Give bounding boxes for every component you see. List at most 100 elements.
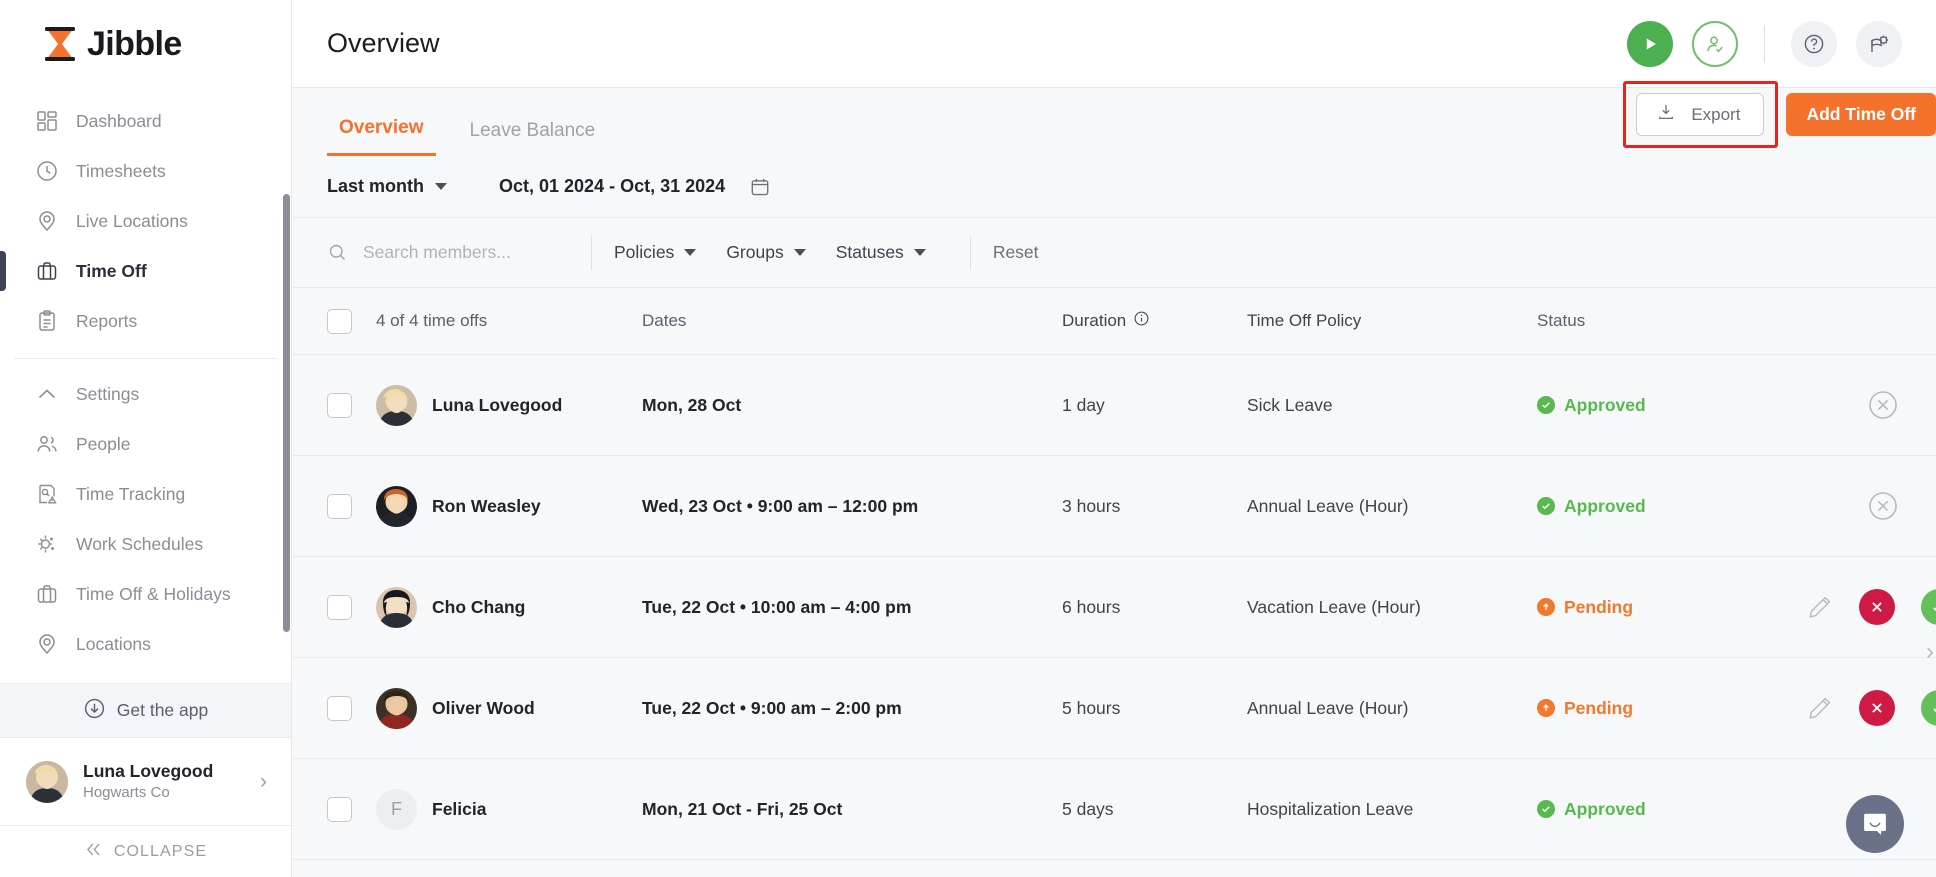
status-badge: Approved: [1537, 799, 1807, 820]
approve-icon[interactable]: [1921, 690, 1936, 726]
chevron-right-icon[interactable]: ›: [1926, 638, 1934, 666]
row-dates: Tue, 22 Oct • 10:00 am – 4:00 pm: [642, 596, 912, 617]
hourglass-icon: [42, 26, 78, 62]
sidebar-item-time-tracking[interactable]: Time Tracking: [0, 469, 291, 519]
member-name: Ron Weasley: [432, 495, 541, 516]
table-row[interactable]: Oliver Wood Tue, 22 Oct • 9:00 am – 2:00…: [292, 658, 1936, 759]
get-the-app-button[interactable]: Get the app: [0, 683, 291, 737]
table-row[interactable]: Ron Weasley Wed, 23 Oct • 9:00 am – 12:0…: [292, 456, 1936, 557]
chat-bubble-icon[interactable]: [1846, 795, 1904, 853]
export-highlight-box: Export: [1623, 81, 1779, 148]
reject-icon[interactable]: [1859, 589, 1895, 625]
collapse-button[interactable]: COLLAPSE: [0, 825, 291, 877]
add-time-off-button[interactable]: Add Time Off: [1786, 93, 1936, 136]
member-name: Cho Chang: [432, 596, 526, 617]
edit-icon[interactable]: [1807, 695, 1833, 721]
sidebar-item-dashboard[interactable]: Dashboard: [0, 96, 291, 146]
row-select-cell: [292, 493, 376, 519]
sidebar-item-label: Locations: [76, 633, 151, 654]
filter-policies[interactable]: Policies: [614, 242, 697, 263]
filter-label: Groups: [726, 242, 784, 262]
top-bar-actions: [1627, 20, 1902, 67]
sidebar-scrollbar[interactable]: [283, 194, 290, 632]
check-circle-icon: [1537, 497, 1555, 515]
sidebar-item-time-off[interactable]: Time Off: [0, 246, 291, 296]
profile-name: Luna Lovegood: [83, 760, 214, 781]
col-count: 4 of 4 time offs: [376, 311, 488, 330]
row-member: Luna Lovegood: [376, 384, 642, 426]
table-row[interactable]: Luna Lovegood Mon, 28 Oct 1 day Sick Lea…: [292, 355, 1936, 456]
search-input[interactable]: [363, 242, 573, 263]
row-member: Cho Chang: [376, 586, 642, 628]
sidebar-item-label: Timesheets: [76, 160, 166, 181]
row-checkbox[interactable]: [326, 695, 352, 721]
whats-new-icon[interactable]: [1856, 20, 1902, 67]
sidebar-profile[interactable]: Luna Lovegood Hogwarts Co ›: [0, 737, 291, 825]
tab-label: Leave Balance: [469, 120, 596, 141]
check-circle-icon: [1537, 396, 1555, 414]
sidebar-item-people[interactable]: People: [0, 419, 291, 469]
select-all-checkbox[interactable]: [326, 308, 352, 334]
filter-groups[interactable]: Groups: [726, 242, 806, 263]
download-icon: [1656, 102, 1676, 127]
profile-org: Hogwarts Co: [83, 783, 170, 801]
row-actions: [1807, 690, 1936, 726]
tab-overview[interactable]: Overview: [327, 117, 436, 156]
row-actions: [1807, 589, 1936, 625]
sidebar-item-label: Time Off: [76, 260, 147, 281]
person-check-icon[interactable]: [1692, 20, 1738, 67]
sidebar-item-work-schedules[interactable]: Work Schedules: [0, 519, 291, 569]
sidebar-item-time-off-holidays[interactable]: Time Off & Holidays: [0, 569, 291, 619]
edit-icon[interactable]: [1807, 594, 1833, 620]
tab-leave-balance[interactable]: Leave Balance: [458, 120, 608, 156]
row-checkbox[interactable]: [326, 594, 352, 620]
col-duration: Duration: [1062, 310, 1247, 332]
table-header-row: 4 of 4 time offs Dates Duration Time Off…: [292, 288, 1936, 355]
row-policy: Annual Leave (Hour): [1247, 495, 1409, 516]
sidebar-item-label: Settings: [76, 383, 140, 404]
filter-statuses[interactable]: Statuses: [836, 242, 926, 263]
sidebar-item-live-locations[interactable]: Live Locations: [0, 196, 291, 246]
play-icon[interactable]: [1627, 20, 1673, 67]
approve-icon[interactable]: [1921, 589, 1936, 625]
brand-logo-area[interactable]: Jibble: [0, 0, 291, 88]
row-policy: Annual Leave (Hour): [1247, 697, 1409, 718]
search-icon: [327, 242, 348, 263]
row-member: Ron Weasley: [376, 485, 642, 527]
sidebar-divider: [14, 358, 277, 359]
sidebar-item-locations[interactable]: Locations: [0, 619, 291, 669]
info-icon[interactable]: [1133, 310, 1150, 332]
row-status: Pending: [1537, 698, 1807, 719]
cancel-icon[interactable]: [1868, 390, 1898, 420]
calendar-icon[interactable]: [749, 176, 771, 198]
sidebar-item-timesheets[interactable]: Timesheets: [0, 146, 291, 196]
sidebar-item-reports[interactable]: Reports: [0, 296, 291, 346]
search-box[interactable]: [327, 242, 577, 263]
check-circle-icon: [1537, 800, 1555, 818]
reset-filters-button[interactable]: Reset: [993, 242, 1039, 263]
brand-name: Jibble: [87, 24, 182, 63]
table-row[interactable]: Cho Chang Tue, 22 Oct • 10:00 am – 4:00 …: [292, 557, 1936, 658]
col-policy: Time Off Policy: [1247, 311, 1362, 330]
sidebar-item-settings[interactable]: Settings: [0, 369, 291, 419]
help-icon[interactable]: [1791, 20, 1837, 67]
filter-row: Policies Groups Statuses Reset: [292, 218, 1936, 288]
filter-separator: [969, 235, 971, 270]
row-checkbox[interactable]: [326, 392, 352, 418]
col-dates: Dates: [642, 311, 687, 330]
clock-icon: [35, 159, 59, 183]
row-checkbox[interactable]: [326, 796, 352, 822]
tab-actions: Export Add Time Off: [1623, 81, 1936, 156]
tab-label: Overview: [339, 117, 424, 138]
export-button[interactable]: Export: [1636, 93, 1765, 136]
people-icon: [35, 432, 59, 456]
time-off-table: 4 of 4 time offs Dates Duration Time Off…: [292, 288, 1936, 877]
row-checkbox[interactable]: [326, 493, 352, 519]
reject-icon[interactable]: [1859, 690, 1895, 726]
table-row[interactable]: F Felicia Mon, 21 Oct - Fri, 25 Oct 5 da…: [292, 759, 1936, 860]
row-policy: Hospitalization Leave: [1247, 798, 1414, 819]
chevron-right-icon: ›: [260, 769, 267, 793]
date-range-text: Oct, 01 2024 - Oct, 31 2024: [499, 176, 726, 196]
cancel-icon[interactable]: [1868, 491, 1898, 521]
date-preset-dropdown[interactable]: Last month: [327, 176, 447, 197]
